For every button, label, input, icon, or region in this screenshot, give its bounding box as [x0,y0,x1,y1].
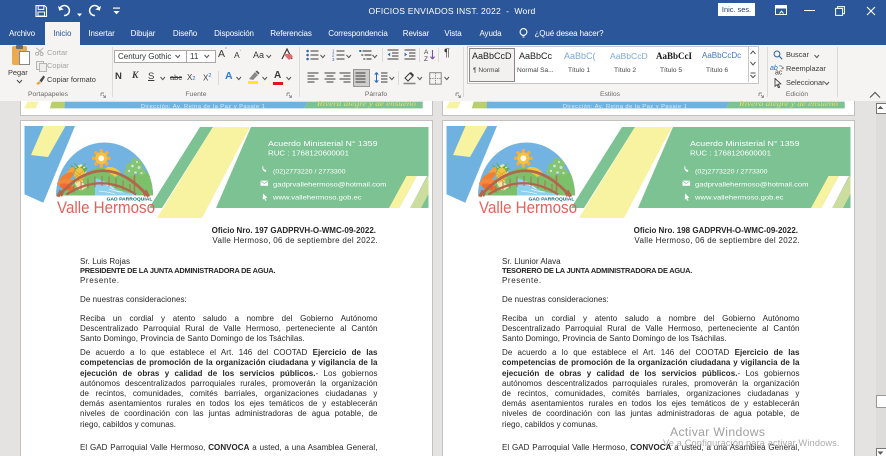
svg-text:A: A [424,49,429,56]
svg-text:ac: ac [775,70,783,75]
svg-text:Z: Z [424,56,428,62]
svg-text:3: 3 [332,57,335,61]
